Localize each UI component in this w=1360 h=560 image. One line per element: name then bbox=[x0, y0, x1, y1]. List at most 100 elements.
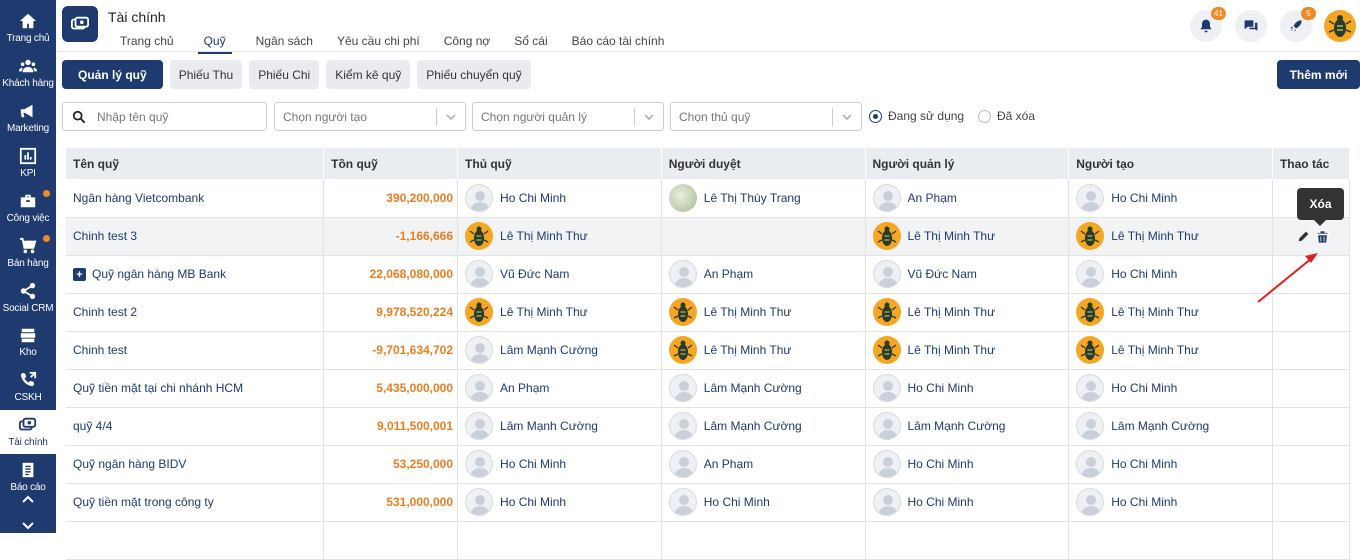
subtab[interactable]: Phiếu Thu bbox=[169, 60, 243, 89]
person-name[interactable]: Ho Chi Minh bbox=[1111, 191, 1177, 205]
sidebar-item[interactable]: Bán hàng bbox=[0, 231, 56, 275]
fund-name-link[interactable]: Quỹ tiền mặt tại chi nhánh HCM bbox=[73, 381, 243, 395]
fund-name-link[interactable]: Quỹ tiền mặt trong công ty bbox=[73, 495, 214, 509]
edit-icon[interactable] bbox=[1297, 230, 1310, 243]
person-name[interactable]: Lê Thị Minh Thư bbox=[1111, 229, 1199, 243]
table-row[interactable]: + Quỹ ngân hàng MB Bank 22,068,080,000 Vũ Đ… bbox=[66, 255, 1351, 294]
column-header[interactable]: Người duyệt bbox=[661, 148, 866, 179]
column-header[interactable]: Thao tác bbox=[1272, 148, 1351, 179]
person-name[interactable]: Lâm Mạnh Cường bbox=[1111, 419, 1209, 433]
header-tab[interactable]: Ngân sách bbox=[256, 34, 313, 54]
fund-name-link[interactable]: Chinh test bbox=[73, 343, 127, 357]
person-name[interactable]: Ho Chi Minh bbox=[908, 457, 974, 471]
sidebar-item[interactable]: KPI bbox=[0, 141, 56, 185]
person-name[interactable]: Ho Chi Minh bbox=[908, 381, 974, 395]
table-row[interactable]: Ngân hàng Vietcombank 390,200,000 Ho Chi M… bbox=[66, 179, 1351, 218]
header-tab[interactable]: Báo cáo tài chính bbox=[572, 34, 665, 54]
person-name[interactable]: Lâm Mạnh Cường bbox=[704, 419, 802, 433]
person-name[interactable]: Lâm Mạnh Cường bbox=[500, 419, 598, 433]
sidebar-item[interactable]: Marketing bbox=[0, 96, 56, 140]
column-header[interactable]: Tồn quỹ bbox=[323, 148, 459, 179]
table-row[interactable]: Chinh test 2 9,978,520,224 Lê Thị Minh Thư… bbox=[66, 293, 1351, 332]
person-name[interactable]: An Phạm bbox=[704, 457, 753, 471]
add-new-button[interactable]: Thêm mới bbox=[1277, 60, 1360, 89]
trash-icon[interactable] bbox=[1316, 229, 1329, 243]
person-name[interactable]: Ho Chi Minh bbox=[908, 495, 974, 509]
table-row[interactable] bbox=[66, 521, 1351, 560]
sidebar-item[interactable]: Trang chủ bbox=[0, 6, 56, 50]
person-name[interactable]: Ho Chi Minh bbox=[1111, 267, 1177, 281]
person-name[interactable]: Lê Thị Minh Thư bbox=[1111, 343, 1199, 357]
table-row[interactable]: Chinh test -9,701,634,702 Lâm Mạnh Cường Lê… bbox=[66, 331, 1351, 370]
person-name[interactable]: Vũ Đức Nam bbox=[500, 267, 569, 281]
header-tab[interactable]: Quỹ bbox=[197, 34, 232, 54]
table-row[interactable]: Quỹ tiền mặt trong công ty 531,000,000 Ho … bbox=[66, 483, 1351, 522]
fund-name-link[interactable]: Quỹ ngân hàng BIDV bbox=[73, 457, 186, 471]
sidebar-item[interactable]: Tài chính bbox=[0, 410, 56, 454]
table-row[interactable]: Quỹ ngân hàng BIDV 53,250,000 Ho Chi Minh A… bbox=[66, 445, 1351, 484]
person-name[interactable]: An Phạm bbox=[704, 267, 753, 281]
sidebar-item[interactable]: Khách hàng bbox=[0, 51, 56, 95]
person-name[interactable]: Lê Thị Minh Thư bbox=[500, 229, 588, 243]
chevron-down-icon[interactable] bbox=[21, 518, 35, 532]
chat-button[interactable] bbox=[1235, 10, 1267, 42]
creator-select[interactable]: Chọn người tạo bbox=[274, 102, 466, 131]
fund-name-link[interactable]: Ngân hàng Vietcombank bbox=[73, 191, 204, 205]
table-row[interactable]: quỹ 4/4 9,011,500,001 Lâm Mạnh Cường Lâm Mạ… bbox=[66, 407, 1351, 446]
person-name[interactable]: Lê Thị Minh Thư bbox=[1111, 305, 1199, 319]
person-name[interactable]: Ho Chi Minh bbox=[500, 495, 566, 509]
table-row[interactable]: Quỹ tiền mặt tại chi nhánh HCM 5,435,000,… bbox=[66, 369, 1351, 408]
column-header[interactable]: Người quản lý bbox=[865, 148, 1070, 179]
person-name[interactable]: Lâm Mạnh Cường bbox=[500, 343, 598, 357]
header-tab[interactable]: Yêu cầu chi phí bbox=[337, 34, 420, 54]
person-name[interactable]: Lê Thị Thùy Trang bbox=[704, 191, 801, 205]
person-name[interactable]: Ho Chi Minh bbox=[704, 495, 770, 509]
person-name[interactable]: Ho Chi Minh bbox=[500, 191, 566, 205]
subtab[interactable]: Quản lý quỹ bbox=[62, 60, 163, 89]
column-header[interactable]: Thủ quỹ bbox=[457, 148, 662, 179]
person-name[interactable]: Lê Thị Minh Thư bbox=[500, 305, 588, 319]
person-name[interactable]: Lê Thị Minh Thư bbox=[908, 229, 996, 243]
sidebar-item[interactable]: Social CRM bbox=[0, 276, 56, 320]
subtab[interactable]: Kiểm kê quỹ bbox=[326, 60, 411, 89]
rocket-button[interactable]: 5 bbox=[1280, 7, 1316, 42]
header-tab[interactable]: Công nợ bbox=[444, 34, 491, 54]
sidebar-item[interactable]: Công việc bbox=[0, 186, 56, 230]
person-name[interactable]: Lâm Mạnh Cường bbox=[704, 381, 802, 395]
fund-name-link[interactable]: Chinh test 2 bbox=[73, 305, 137, 319]
person-name[interactable]: Ho Chi Minh bbox=[1111, 457, 1177, 471]
header-tab[interactable]: Trang chủ bbox=[120, 34, 174, 54]
status-deleted-radio[interactable]: Đã xóa bbox=[978, 109, 1035, 123]
fund-search-input[interactable]: Nhập tên quỹ bbox=[62, 102, 267, 131]
fund-name-link[interactable]: Quỹ ngân hàng MB Bank bbox=[92, 267, 226, 281]
person-name[interactable]: Lê Thị Minh Thư bbox=[704, 305, 792, 319]
person-name[interactable]: Lê Thị Minh Thư bbox=[908, 343, 996, 357]
person-name[interactable]: Lê Thị Minh Thư bbox=[908, 305, 996, 319]
person-name[interactable]: Ho Chi Minh bbox=[500, 457, 566, 471]
person-name[interactable]: Lâm Mạnh Cường bbox=[908, 419, 1006, 433]
status-in-use-radio[interactable]: Đang sử dụng bbox=[869, 109, 964, 123]
chevron-up-icon[interactable] bbox=[21, 493, 35, 507]
subtab[interactable]: Phiếu Chi bbox=[249, 60, 320, 89]
person-name[interactable]: An Phạm bbox=[908, 191, 957, 205]
fund-name-link[interactable]: Chinh test 3 bbox=[73, 229, 137, 243]
fund-name-link[interactable]: quỹ 4/4 bbox=[73, 419, 112, 433]
person-name[interactable]: An Phạm bbox=[500, 381, 549, 395]
person-name[interactable]: Vũ Đức Nam bbox=[908, 267, 977, 281]
sidebar-item[interactable]: CSKH bbox=[0, 365, 56, 409]
subtab[interactable]: Phiếu chuyển quỹ bbox=[417, 60, 531, 89]
user-avatar[interactable] bbox=[1324, 10, 1356, 42]
table-row[interactable]: Chinh test 3 -1,166,666 Lê Thị Minh Thư Lê … bbox=[66, 217, 1351, 256]
header-tab[interactable]: Sổ cái bbox=[514, 34, 547, 54]
finance-module-icon[interactable] bbox=[62, 6, 98, 42]
person-name[interactable]: Lê Thị Minh Thư bbox=[704, 343, 792, 357]
person-name[interactable]: Ho Chi Minh bbox=[1111, 495, 1177, 509]
column-header[interactable]: Tên quỹ bbox=[66, 148, 325, 179]
expand-plus-icon[interactable]: + bbox=[73, 268, 86, 282]
person-name[interactable]: Ho Chi Minh bbox=[1111, 381, 1177, 395]
keeper-select[interactable]: Chọn thủ quỹ bbox=[670, 102, 862, 131]
sidebar-item[interactable]: Kho bbox=[0, 320, 56, 364]
manager-select[interactable]: Chọn người quản lý bbox=[472, 102, 664, 131]
column-header[interactable]: Người tạo bbox=[1068, 148, 1273, 179]
notifications-button[interactable]: 41 bbox=[1190, 7, 1226, 42]
